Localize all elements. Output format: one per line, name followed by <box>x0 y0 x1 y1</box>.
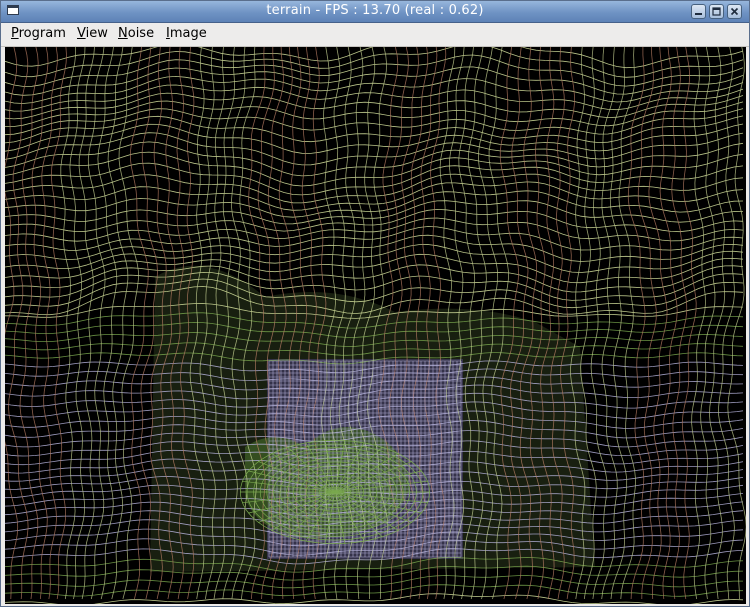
maximize-icon <box>712 7 721 16</box>
minimize-button[interactable] <box>691 4 706 19</box>
app-window: terrain - FPS : 13.70 (real : 0.62) Prog… <box>0 0 750 607</box>
menu-noise[interactable]: Noise <box>118 26 154 41</box>
close-button[interactable] <box>727 4 742 19</box>
terrain-wireframe <box>5 47 746 604</box>
terrain-render-viewport[interactable] <box>5 47 746 604</box>
minimize-icon <box>695 13 702 15</box>
maximize-button[interactable] <box>709 4 724 19</box>
menu-bar: Program View Noise Image <box>1 23 749 47</box>
close-icon <box>730 7 739 16</box>
menu-view[interactable]: View <box>77 26 108 41</box>
menu-image[interactable]: Image <box>166 26 207 41</box>
window-title: terrain - FPS : 13.70 (real : 0.62) <box>266 3 484 18</box>
title-bar[interactable]: terrain - FPS : 13.70 (real : 0.62) <box>1 1 749 23</box>
menu-program[interactable]: Program <box>11 26 66 41</box>
